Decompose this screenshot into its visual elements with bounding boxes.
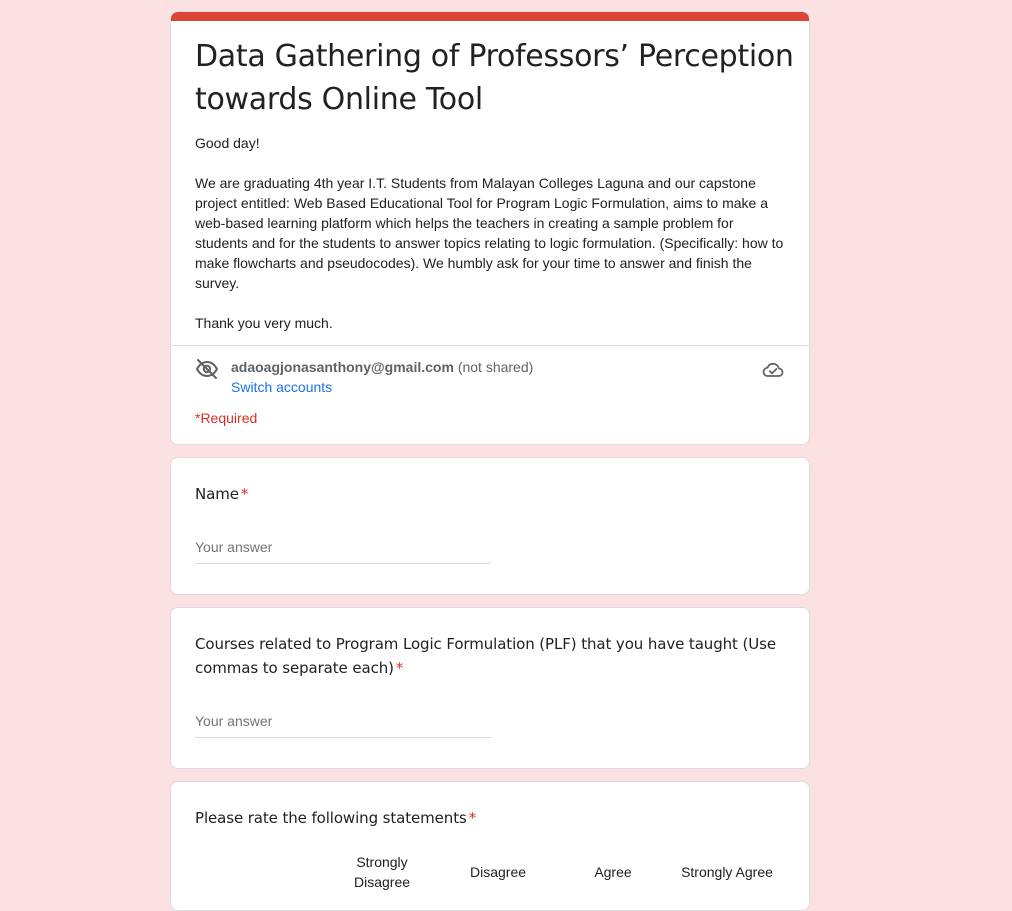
question-label-name: Name * xyxy=(195,482,785,506)
description-greeting: Good day! xyxy=(195,135,260,151)
column-strongly-disagree: Strongly Disagree xyxy=(353,854,411,890)
account-info: adaoagjonasanthony@gmail.com (not shared… xyxy=(231,357,533,377)
question-card-rating-grid: Please rate the following statements * St… xyxy=(170,781,810,911)
question-label-courses: Courses related to Program Logic Formula… xyxy=(195,632,785,680)
description-body: We are graduating 4th year I.T. Students… xyxy=(195,175,784,291)
required-asterisk: * xyxy=(395,659,404,677)
switch-accounts-link[interactable]: Switch accounts xyxy=(231,377,332,397)
name-input[interactable] xyxy=(195,531,491,564)
question-label-rating: Please rate the following statements * xyxy=(195,806,785,830)
column-disagree: Disagree xyxy=(469,864,527,880)
form-header-card: Data Gathering of Professors’ Perception… xyxy=(170,11,810,445)
cloud-check-icon xyxy=(762,362,784,377)
eye-off-icon xyxy=(196,359,218,379)
column-agree: Agree xyxy=(594,864,632,880)
question-text: Please rate the following statements xyxy=(195,809,467,827)
description-thanks: Thank you very much. xyxy=(195,315,333,331)
question-text: Name xyxy=(195,485,239,503)
rating-grid-header: Strongly Disagree Disagree Agree Strongl… xyxy=(171,852,811,892)
header-divider xyxy=(171,345,809,346)
question-card-name: Name * xyxy=(170,457,810,595)
question-card-courses: Courses related to Program Logic Formula… xyxy=(170,607,810,769)
required-asterisk: * xyxy=(240,485,249,503)
column-strongly-agree: Strongly Agree xyxy=(681,864,773,880)
required-asterisk: * xyxy=(468,809,477,827)
courses-input[interactable] xyxy=(195,705,491,738)
form-title: Data Gathering of Professors’ Perception… xyxy=(195,39,794,117)
header-accent-bar xyxy=(171,12,809,21)
not-shared-label: (not shared) xyxy=(457,359,534,375)
question-text: Courses related to Program Logic Formula… xyxy=(195,635,776,677)
required-note: *Required xyxy=(195,410,258,426)
account-email: adaoagjonasanthony@gmail.com xyxy=(231,359,454,375)
form-description: Good day! We are graduating 4th year I.T… xyxy=(195,133,790,333)
